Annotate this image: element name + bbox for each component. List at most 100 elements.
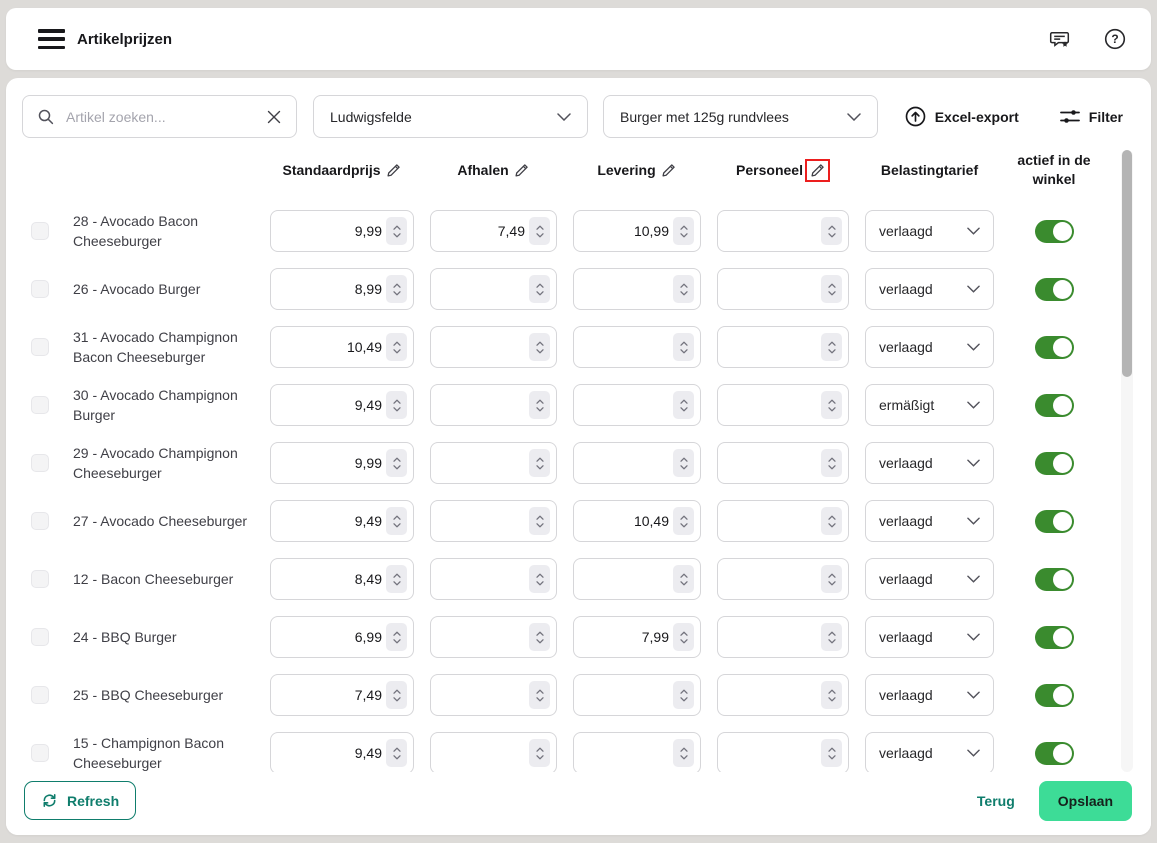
stepper-arrows-icon[interactable] xyxy=(673,391,694,419)
staff-price-input[interactable] xyxy=(717,268,849,310)
stepper-arrows-icon[interactable] xyxy=(386,391,407,419)
stepper-arrows-icon[interactable] xyxy=(529,333,550,361)
stepper-arrows-icon[interactable] xyxy=(821,217,842,245)
back-button[interactable]: Terug xyxy=(977,793,1015,809)
delivery-price-value[interactable] xyxy=(587,687,673,703)
staff-price-value[interactable] xyxy=(731,339,821,355)
standard-price-value[interactable] xyxy=(284,745,386,761)
row-checkbox[interactable] xyxy=(31,512,49,530)
stepper-arrows-icon[interactable] xyxy=(673,565,694,593)
standard-price-input[interactable] xyxy=(270,500,414,542)
staff-price-input[interactable] xyxy=(717,384,849,426)
delivery-price-input[interactable] xyxy=(573,384,701,426)
stepper-arrows-icon[interactable] xyxy=(673,739,694,767)
staff-price-input[interactable] xyxy=(717,732,849,772)
delivery-price-value[interactable] xyxy=(587,571,673,587)
active-toggle[interactable] xyxy=(1034,741,1074,765)
standard-price-input[interactable] xyxy=(270,326,414,368)
standard-price-input[interactable] xyxy=(270,442,414,484)
row-checkbox[interactable] xyxy=(31,280,49,298)
tax-rate-select[interactable]: ermäßigt xyxy=(865,384,994,426)
stepper-arrows-icon[interactable] xyxy=(386,333,407,361)
pickup-price-input[interactable] xyxy=(430,326,557,368)
pickup-price-input[interactable] xyxy=(430,616,557,658)
pickup-price-input[interactable] xyxy=(430,500,557,542)
staff-price-value[interactable] xyxy=(731,397,821,413)
tax-rate-select[interactable]: verlaagd xyxy=(865,442,994,484)
stepper-arrows-icon[interactable] xyxy=(821,391,842,419)
active-toggle[interactable] xyxy=(1034,451,1074,475)
vertical-scrollbar[interactable] xyxy=(1121,150,1133,772)
stepper-arrows-icon[interactable] xyxy=(673,681,694,709)
standard-price-value[interactable] xyxy=(284,281,386,297)
stepper-arrows-icon[interactable] xyxy=(529,565,550,593)
delivery-price-input[interactable] xyxy=(573,210,701,252)
standard-price-value[interactable] xyxy=(284,455,386,471)
standard-price-input[interactable] xyxy=(270,558,414,600)
edit-pencil-icon[interactable] xyxy=(385,162,402,179)
stepper-arrows-icon[interactable] xyxy=(386,681,407,709)
stepper-arrows-icon[interactable] xyxy=(529,739,550,767)
edit-pencil-icon[interactable] xyxy=(660,162,677,179)
stepper-arrows-icon[interactable] xyxy=(529,217,550,245)
staff-price-value[interactable] xyxy=(731,455,821,471)
pickup-price-input[interactable] xyxy=(430,268,557,310)
delivery-price-input[interactable] xyxy=(573,442,701,484)
feedback-icon[interactable] xyxy=(1047,27,1071,51)
pickup-price-value[interactable] xyxy=(444,397,529,413)
delivery-price-value[interactable] xyxy=(587,339,673,355)
clear-search-icon[interactable] xyxy=(266,109,282,125)
staff-price-input[interactable] xyxy=(717,210,849,252)
row-checkbox[interactable] xyxy=(31,744,49,762)
delivery-price-input[interactable] xyxy=(573,326,701,368)
active-toggle[interactable] xyxy=(1034,683,1074,707)
standard-price-input[interactable] xyxy=(270,616,414,658)
pickup-price-value[interactable] xyxy=(444,687,529,703)
stepper-arrows-icon[interactable] xyxy=(529,391,550,419)
edit-pencil-icon[interactable] xyxy=(513,162,530,179)
pickup-price-input[interactable] xyxy=(430,442,557,484)
stepper-arrows-icon[interactable] xyxy=(821,275,842,303)
pickup-price-value[interactable] xyxy=(444,339,529,355)
stepper-arrows-icon[interactable] xyxy=(821,449,842,477)
delivery-price-value[interactable] xyxy=(587,397,673,413)
delivery-price-value[interactable] xyxy=(587,281,673,297)
pickup-price-input[interactable] xyxy=(430,674,557,716)
staff-price-value[interactable] xyxy=(731,745,821,761)
row-checkbox[interactable] xyxy=(31,338,49,356)
active-toggle[interactable] xyxy=(1034,625,1074,649)
tax-rate-select[interactable]: verlaagd xyxy=(865,674,994,716)
stepper-arrows-icon[interactable] xyxy=(821,565,842,593)
standard-price-value[interactable] xyxy=(284,571,386,587)
stepper-arrows-icon[interactable] xyxy=(386,275,407,303)
stepper-arrows-icon[interactable] xyxy=(529,507,550,535)
stepper-arrows-icon[interactable] xyxy=(821,681,842,709)
standard-price-value[interactable] xyxy=(284,687,386,703)
row-checkbox[interactable] xyxy=(31,454,49,472)
standard-price-input[interactable] xyxy=(270,732,414,772)
category-select[interactable]: Burger met 125g rundvlees xyxy=(603,95,878,138)
stepper-arrows-icon[interactable] xyxy=(821,623,842,651)
delivery-price-value[interactable] xyxy=(587,745,673,761)
stepper-arrows-icon[interactable] xyxy=(386,739,407,767)
staff-price-value[interactable] xyxy=(731,223,821,239)
stepper-arrows-icon[interactable] xyxy=(821,333,842,361)
tax-rate-select[interactable]: verlaagd xyxy=(865,732,994,772)
delivery-price-value[interactable] xyxy=(587,629,673,645)
stepper-arrows-icon[interactable] xyxy=(386,507,407,535)
pickup-price-value[interactable] xyxy=(444,223,529,239)
stepper-arrows-icon[interactable] xyxy=(673,623,694,651)
search-box[interactable] xyxy=(22,95,297,138)
staff-price-input[interactable] xyxy=(717,442,849,484)
delivery-price-input[interactable] xyxy=(573,500,701,542)
delivery-price-input[interactable] xyxy=(573,674,701,716)
edit-pencil-icon[interactable] xyxy=(809,162,826,179)
standard-price-value[interactable] xyxy=(284,397,386,413)
filter-button[interactable]: Filter xyxy=(1059,107,1123,126)
standard-price-input[interactable] xyxy=(270,210,414,252)
stepper-arrows-icon[interactable] xyxy=(673,507,694,535)
location-select[interactable]: Ludwigsfelde xyxy=(313,95,588,138)
row-checkbox[interactable] xyxy=(31,396,49,414)
row-checkbox[interactable] xyxy=(31,570,49,588)
staff-price-value[interactable] xyxy=(731,629,821,645)
